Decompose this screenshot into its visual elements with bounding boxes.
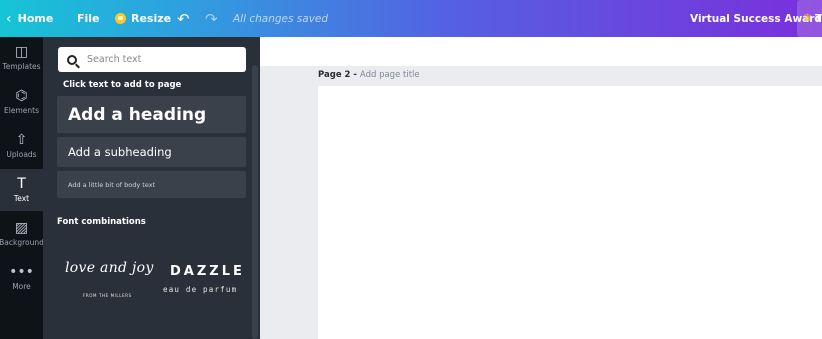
page-title-placeholder[interactable]: Add page title [360,70,420,80]
home-button[interactable]: ‹ Home [6,0,53,37]
nav-label: Text [13,194,30,203]
background-icon: ▨ [14,220,29,236]
crown-icon: ♛ [803,13,812,24]
nav-elements[interactable]: ⌬ Elements [0,81,43,123]
nav-background[interactable]: ▨ Background [0,213,44,255]
editor-window: ‹ Home File Resize ↶ ↷ All changes saved… [0,0,822,339]
save-status: All changes saved [233,12,329,25]
nav-templates[interactable]: ◫ Templates [0,37,43,79]
search-icon [67,54,77,65]
font-combo-dazzle[interactable]: DAZZLE eau de parfum [160,252,250,312]
text-icon: T [17,176,26,192]
home-label: Home [17,12,54,25]
templates-icon: ◫ [14,44,29,60]
panel-scrollbar[interactable] [252,65,258,339]
side-nav: ◫ Templates ⌬ Elements ⇧ Uploads T Text … [0,37,44,339]
combo-main-text: love and joy [65,260,154,276]
nav-text[interactable]: T Text [0,169,43,211]
design-page[interactable] [318,86,822,339]
add-heading-button[interactable]: Add a heading [57,96,246,133]
file-menu-button[interactable]: File [77,0,100,37]
more-icon: ••• [9,264,34,280]
canvas-workspace: Page 2 - Add page title [260,37,822,339]
page-label[interactable]: Page 2 - Add page title [318,70,420,80]
top-toolbar: ‹ Home File Resize ↶ ↷ All changes saved… [0,0,822,37]
add-body-text-button[interactable]: Add a little bit of body text [57,171,246,198]
page-separator: - [350,70,360,80]
upload-icon: ⇧ [15,132,28,148]
elements-icon: ⌬ [15,88,28,104]
upgrade-button[interactable]: ♛ T [797,0,822,37]
crown-icon [115,13,126,24]
search-box[interactable] [58,47,246,72]
nav-label: Templates [2,62,41,71]
nav-label: Uploads [6,150,37,159]
page-number: Page 2 [318,70,351,80]
nav-uploads[interactable]: ⇧ Uploads [0,125,43,167]
nav-label: Elements [4,106,39,115]
nav-more[interactable]: ••• More [0,257,43,299]
section-heading: Click text to add to page [63,80,182,90]
chevron-left-icon: ‹ [6,10,12,27]
nav-label: Background [0,238,44,247]
combo-main-text: DAZZLE [170,264,245,279]
font-combo-love-and-joy[interactable]: love and joy FROM THE MILLERS [57,252,153,312]
search-input[interactable] [87,54,237,65]
resize-button[interactable]: Resize [115,0,171,37]
section-heading: Font combinations [57,217,146,227]
resize-label: Resize [131,12,172,25]
redo-icon[interactable]: ↷ [205,0,218,37]
workspace-toolbar-strip [260,37,822,66]
upgrade-label: T [814,13,822,24]
combo-sub-text: eau de parfum [163,285,238,294]
combo-sub-text: FROM THE MILLERS [83,293,132,298]
add-subheading-button[interactable]: Add a subheading [57,137,246,167]
nav-label: More [12,282,31,291]
undo-icon[interactable]: ↶ [177,0,190,37]
text-panel: Click text to add to page Add a heading … [43,37,260,339]
